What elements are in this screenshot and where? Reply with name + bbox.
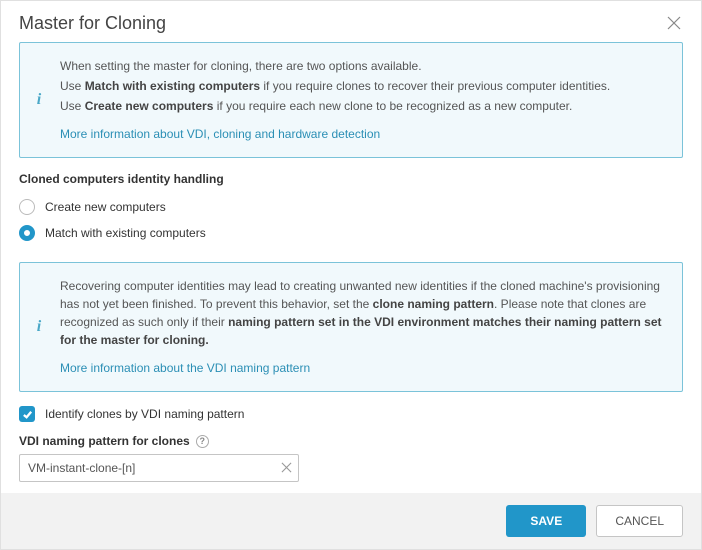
info-line: Use Match with existing computers if you… xyxy=(60,77,666,95)
pattern-input[interactable] xyxy=(19,454,299,482)
checkbox-identify-clones[interactable]: Identify clones by VDI naming pattern xyxy=(19,406,683,422)
dialog-content: i When setting the master for cloning, t… xyxy=(1,42,701,493)
info-link-naming-pattern[interactable]: More information about the VDI naming pa… xyxy=(60,359,310,377)
info-line: Use Create new computers if you require … xyxy=(60,97,666,115)
info-body: When setting the master for cloning, the… xyxy=(60,57,666,143)
identity-radio-group: Create new computers Match with existing… xyxy=(19,194,683,246)
info-icon: i xyxy=(32,277,46,377)
info-box-naming: i Recovering computer identities may lea… xyxy=(19,262,683,392)
pattern-field-label: VDI naming pattern for clones xyxy=(19,434,190,448)
radio-match-existing[interactable]: Match with existing computers xyxy=(19,220,683,246)
info-line: Recovering computer identities may lead … xyxy=(60,277,666,349)
help-icon[interactable]: ? xyxy=(196,435,209,448)
dialog-footer: SAVE CANCEL xyxy=(1,493,701,549)
pattern-field-label-row: VDI naming pattern for clones ? xyxy=(19,434,683,448)
info-link-vdi-detection[interactable]: More information about VDI, cloning and … xyxy=(60,125,380,143)
dialog-title: Master for Cloning xyxy=(19,13,667,34)
identity-heading: Cloned computers identity handling xyxy=(19,172,683,186)
checkbox-label: Identify clones by VDI naming pattern xyxy=(45,407,244,421)
master-cloning-dialog: Master for Cloning i When setting the ma… xyxy=(0,0,702,550)
clear-input-icon[interactable] xyxy=(281,462,293,474)
info-body: Recovering computer identities may lead … xyxy=(60,277,666,377)
info-line: When setting the master for cloning, the… xyxy=(60,57,666,75)
pattern-input-wrap xyxy=(19,454,299,482)
radio-label: Create new computers xyxy=(45,200,166,214)
checkbox-icon xyxy=(19,406,35,422)
close-icon[interactable] xyxy=(667,16,683,32)
info-box-options: i When setting the master for cloning, t… xyxy=(19,42,683,158)
radio-icon xyxy=(19,199,35,215)
info-icon: i xyxy=(32,57,46,143)
save-button[interactable]: SAVE xyxy=(506,505,586,537)
radio-create-new[interactable]: Create new computers xyxy=(19,194,683,220)
radio-icon xyxy=(19,225,35,241)
dialog-header: Master for Cloning xyxy=(1,1,701,42)
cancel-button[interactable]: CANCEL xyxy=(596,505,683,537)
radio-label: Match with existing computers xyxy=(45,226,206,240)
